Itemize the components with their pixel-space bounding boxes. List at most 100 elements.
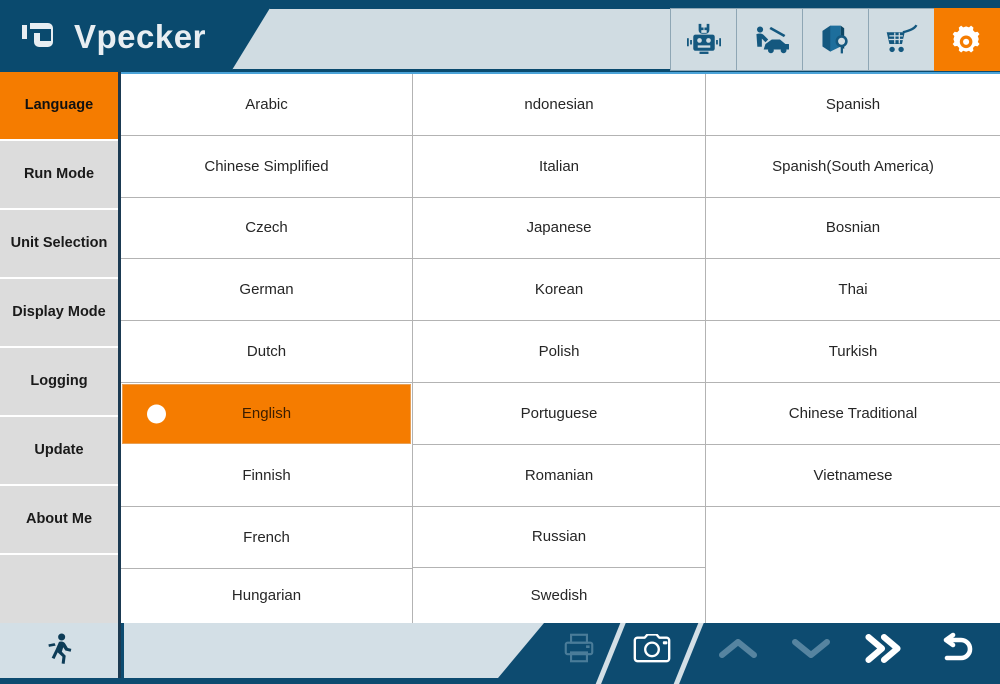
language-label: ndonesian: [524, 95, 594, 113]
book-search-icon: [818, 23, 853, 56]
sidebar-item-label: Logging: [30, 373, 88, 390]
language-label: Spanish: [825, 95, 881, 113]
language-option[interactable]: Chinese Traditional: [706, 382, 1000, 445]
language-label: Czech: [245, 219, 288, 237]
language-column-3: Spanish Spanish(South America) Bosnian T…: [706, 74, 1000, 623]
language-option[interactable]: ndonesian: [413, 74, 705, 136]
brand-name: Vpecker: [74, 18, 206, 55]
next-button[interactable]: [852, 623, 914, 678]
language-label: Portuguese: [520, 404, 598, 422]
header-angled-panel: [232, 8, 674, 70]
language-option[interactable]: Swedish: [413, 568, 705, 623]
language-option[interactable]: French: [121, 506, 412, 569]
settings-sidebar: Language Run Mode Unit Selection Display…: [0, 72, 121, 623]
vpecker-logo-icon: [20, 19, 60, 55]
book-search-icon-button[interactable]: [802, 8, 868, 71]
sidebar-item-language[interactable]: Language: [0, 72, 118, 141]
language-option[interactable]: Turkish: [706, 321, 1000, 383]
brand: Vpecker: [20, 14, 206, 60]
language-label: Turkish: [828, 343, 878, 361]
language-label: Bosnian: [825, 219, 881, 237]
language-option[interactable]: Arabic: [121, 74, 412, 136]
sidebar-item-run-mode[interactable]: Run Mode: [0, 141, 118, 210]
sidebar-item-about-me[interactable]: About Me: [0, 486, 118, 555]
language-label: Italian: [538, 157, 580, 175]
sidebar-item-label: Update: [34, 442, 84, 459]
language-label: Korean: [534, 281, 584, 299]
camera-icon: [633, 632, 671, 668]
print-button[interactable]: [548, 623, 610, 678]
language-column-1: Arabic Chinese Simplified Czech German D…: [121, 74, 413, 623]
shopping-cart-icon-button[interactable]: [868, 8, 934, 71]
language-label: French: [243, 528, 290, 546]
car-repair-icon-button[interactable]: [736, 8, 802, 71]
language-option[interactable]: Chinese Simplified: [121, 135, 412, 198]
sidebar-item-logging[interactable]: Logging: [0, 348, 118, 417]
language-label: Finnish: [242, 466, 291, 484]
language-label: Dutch: [246, 343, 287, 361]
language-option[interactable]: German: [121, 259, 412, 322]
language-column-2: ndonesian Italian Japanese Korean Polish…: [413, 74, 706, 623]
footer-navigation: [702, 623, 992, 678]
settings-gear-icon: [949, 22, 985, 58]
radio-selected-icon: [147, 404, 166, 424]
language-label: Chinese Traditional: [788, 404, 918, 422]
language-option[interactable]: Italian: [413, 135, 705, 198]
language-option[interactable]: Portuguese: [413, 382, 705, 445]
sidebar-item-label: Language: [24, 97, 94, 114]
language-option[interactable]: Romanian: [413, 444, 705, 507]
language-label: Romanian: [524, 466, 594, 484]
sidebar-item-unit-selection[interactable]: Unit Selection: [0, 210, 118, 279]
chevron-up-icon: [718, 635, 758, 666]
run-button[interactable]: [0, 623, 121, 678]
language-option[interactable]: Czech: [121, 197, 412, 260]
language-column-3-filler: [706, 506, 1000, 623]
language-option[interactable]: Dutch: [121, 321, 412, 383]
header-icon-bar: [670, 8, 1000, 71]
language-option-selected[interactable]: English: [123, 384, 410, 443]
sidebar-item-label: Display Mode: [12, 304, 106, 321]
run-icon: [44, 632, 74, 669]
language-label: Arabic: [245, 95, 288, 113]
language-option[interactable]: Korean: [413, 259, 705, 322]
language-label: Japanese: [526, 219, 592, 237]
sidebar-item-update[interactable]: Update: [0, 417, 118, 486]
language-option[interactable]: Bosnian: [706, 197, 1000, 260]
back-button[interactable]: [925, 623, 987, 678]
chevron-down-icon: [791, 635, 831, 666]
shopping-cart-icon: [884, 24, 920, 55]
language-option[interactable]: Vietnamese: [706, 444, 1000, 507]
language-selection-grid: Arabic Chinese Simplified Czech German D…: [121, 72, 1000, 623]
language-option[interactable]: Spanish: [706, 74, 1000, 136]
sidebar-filler: [0, 555, 118, 623]
sidebar-item-label: Run Mode: [23, 166, 95, 183]
app-header: Vpecker: [0, 0, 1000, 72]
language-option[interactable]: Spanish(South America): [706, 135, 1000, 198]
printer-icon: [563, 633, 595, 668]
language-option[interactable]: Russian: [413, 506, 705, 569]
language-label: German: [239, 281, 294, 299]
sidebar-item-label: About Me: [25, 511, 93, 528]
double-chevron-right-icon: [862, 633, 904, 669]
language-label: Russian: [531, 528, 587, 546]
diagnostic-scan-icon: [686, 23, 722, 57]
language-label: Chinese Simplified: [204, 157, 329, 175]
language-label: Spanish(South America): [772, 157, 934, 175]
settings-gear-icon-button[interactable]: [934, 8, 1000, 71]
back-arrow-icon: [937, 632, 975, 669]
language-option[interactable]: Thai: [706, 259, 1000, 322]
language-option[interactable]: Finnish: [121, 444, 412, 507]
screenshot-button[interactable]: [616, 623, 688, 678]
language-label: Swedish: [530, 587, 588, 605]
language-label: Vietnamese: [813, 466, 893, 484]
language-label: Polish: [538, 343, 580, 361]
sidebar-item-display-mode[interactable]: Display Mode: [0, 279, 118, 348]
sidebar-item-label: Unit Selection: [10, 235, 108, 252]
language-label: Hungarian: [231, 587, 302, 605]
diagnostic-scan-icon-button[interactable]: [670, 8, 736, 71]
language-option[interactable]: Polish: [413, 321, 705, 383]
language-option[interactable]: Japanese: [413, 197, 705, 260]
scroll-up-button[interactable]: [707, 623, 769, 678]
scroll-down-button[interactable]: [780, 623, 842, 678]
language-option[interactable]: Hungarian: [121, 568, 412, 623]
